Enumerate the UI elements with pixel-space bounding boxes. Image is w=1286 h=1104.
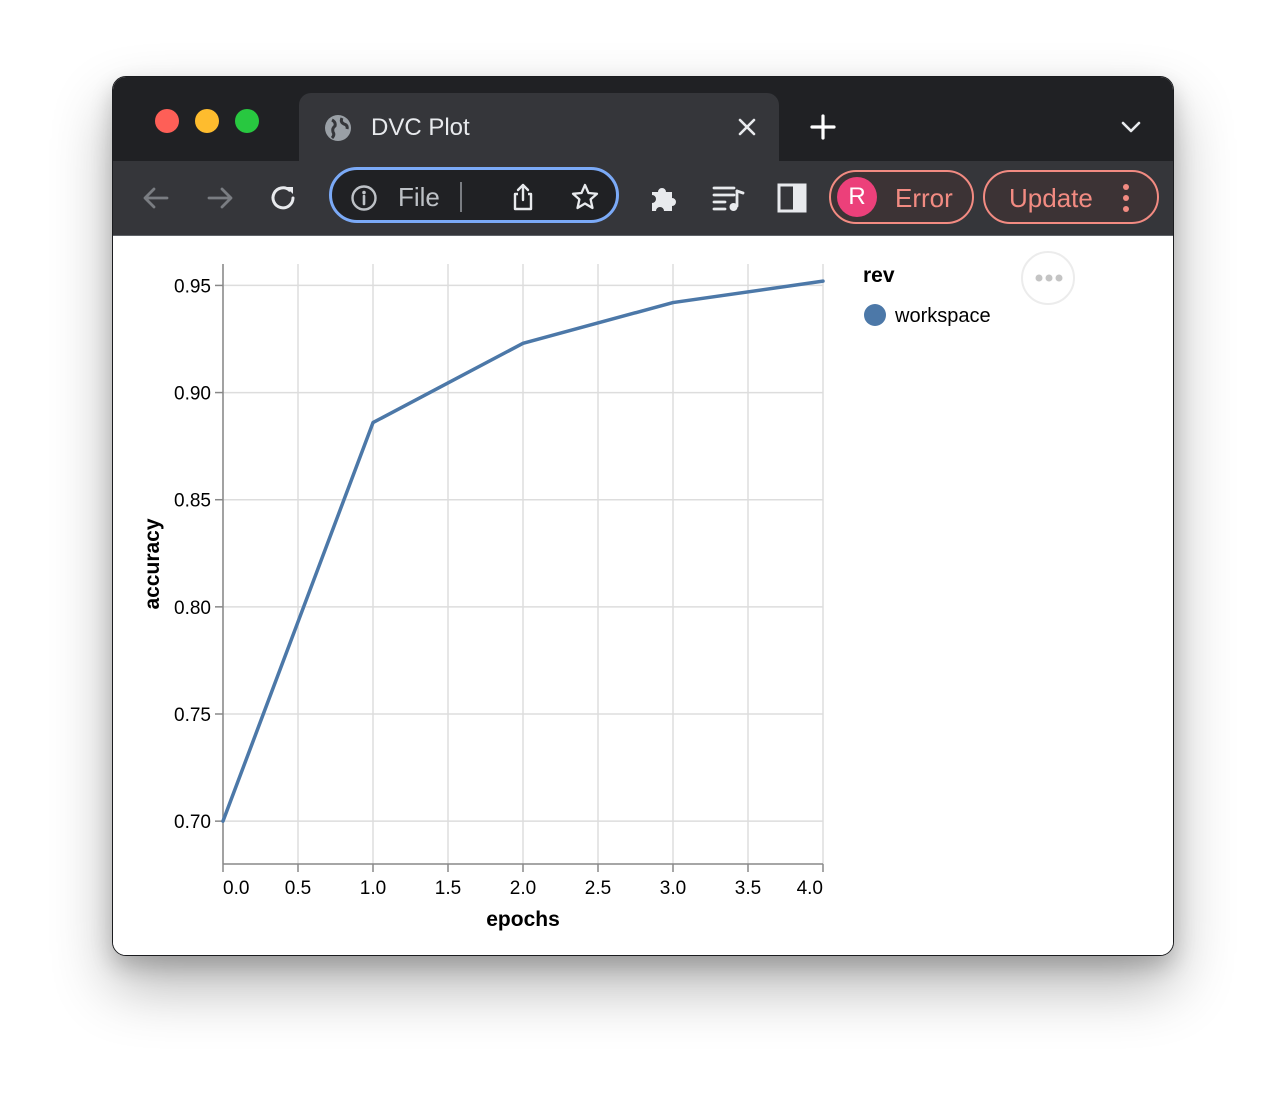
legend-label: workspace xyxy=(894,305,991,327)
x-tick-label: 1.0 xyxy=(360,878,386,899)
chart-axes: 0.0 0.5 1.0 1.5 2.0 2.5 3.0 3.5 4.0 0.70 0.75 0.80 0… xyxy=(174,264,824,899)
browser-toolbar: File R Error Update xyxy=(113,161,1173,235)
y-tick-label: 0.95 xyxy=(174,276,211,297)
chart-actions-button[interactable] xyxy=(1021,251,1075,305)
x-tick-label: 3.0 xyxy=(660,878,686,899)
info-icon[interactable] xyxy=(350,184,378,212)
globe-icon xyxy=(325,115,351,141)
forward-arrow-icon[interactable] xyxy=(203,181,237,215)
reload-icon[interactable] xyxy=(267,181,301,215)
zoom-window-button[interactable] xyxy=(235,109,259,133)
update-button[interactable]: Update xyxy=(983,170,1159,224)
new-tab-icon[interactable] xyxy=(809,113,837,141)
page-content: 0.0 0.5 1.0 1.5 2.0 2.5 3.0 3.5 4.0 0.70 0.75 0.80 0… xyxy=(113,235,1173,955)
accuracy-line-chart: 0.0 0.5 1.0 1.5 2.0 2.5 3.0 3.5 4.0 0.70 0.75 0.80 0… xyxy=(141,264,991,931)
y-axis-title: accuracy xyxy=(141,518,164,609)
address-separator xyxy=(460,182,462,212)
address-text: File xyxy=(398,182,440,212)
x-tick-label: 2.0 xyxy=(510,878,536,899)
update-label: Update xyxy=(1009,183,1093,213)
bookmark-star-icon[interactable] xyxy=(570,182,600,212)
address-bar[interactable]: File xyxy=(329,167,619,223)
chevron-down-icon[interactable] xyxy=(1119,117,1143,137)
tab-dvc-plot[interactable]: DVC Plot xyxy=(299,93,779,163)
kebab-menu-icon[interactable] xyxy=(1121,182,1131,214)
chart-legend: rev workspace xyxy=(863,264,991,327)
close-tab-icon[interactable] xyxy=(735,115,759,139)
tab-strip: DVC Plot xyxy=(113,77,1173,163)
legend-title: rev xyxy=(863,264,895,287)
x-tick-label: 4.0 xyxy=(797,878,823,899)
y-tick-label: 0.90 xyxy=(174,384,211,405)
extensions-puzzle-icon[interactable] xyxy=(647,181,681,215)
minimize-window-button[interactable] xyxy=(195,109,219,133)
x-tick-label: 1.5 xyxy=(435,878,461,899)
profile-error-button[interactable]: R Error xyxy=(829,170,974,224)
x-tick-label: 0.5 xyxy=(285,878,311,899)
legend-swatch xyxy=(864,304,886,326)
more-dots-icon xyxy=(1035,274,1063,282)
side-panel-icon[interactable] xyxy=(775,181,809,215)
media-control-icon[interactable] xyxy=(711,181,745,215)
back-arrow-icon[interactable] xyxy=(139,181,173,215)
x-tick-label: 3.5 xyxy=(735,878,761,899)
x-tick-label: 2.5 xyxy=(585,878,611,899)
browser-window: DVC Plot File R Error Update 0.0 0.5 1.0… xyxy=(112,76,1174,956)
chart-grid xyxy=(222,264,824,864)
share-icon[interactable] xyxy=(508,182,538,212)
tab-title: DVC Plot xyxy=(371,114,470,141)
avatar: R xyxy=(837,177,877,217)
profile-error-label: Error xyxy=(895,183,953,213)
close-window-button[interactable] xyxy=(155,109,179,133)
y-tick-label: 0.85 xyxy=(174,491,211,512)
y-tick-label: 0.80 xyxy=(174,598,211,619)
y-tick-label: 0.75 xyxy=(174,705,211,726)
x-axis-title: epochs xyxy=(486,908,560,931)
y-tick-label: 0.70 xyxy=(174,812,211,833)
x-tick-label: 0.0 xyxy=(223,878,249,899)
